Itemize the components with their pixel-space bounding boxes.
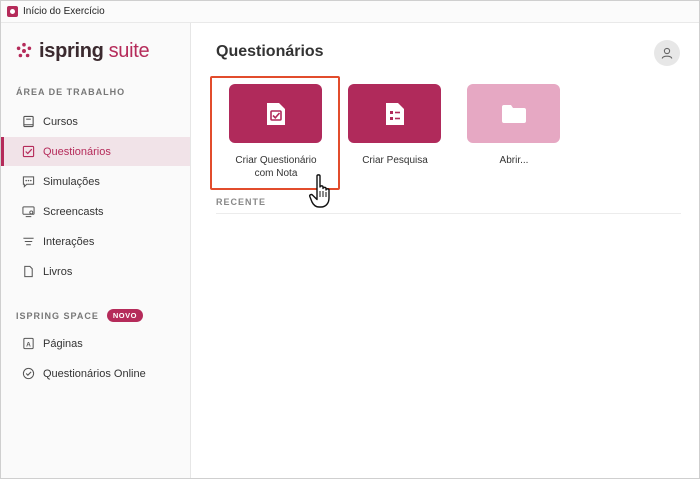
ispring-space-section-label: ISPRING SPACE NOVO (16, 309, 143, 322)
create-survey-label: Criar Pesquisa (362, 155, 428, 166)
user-icon (661, 47, 673, 59)
sidebar-item-interacoes[interactable]: Interações (1, 227, 190, 256)
app-window: Início do Exercício ispring suite ÁREA D… (0, 0, 700, 479)
sidebar-item-label: Simulações (43, 175, 100, 188)
ispring-space-label: ISPRING SPACE (16, 311, 99, 321)
sidebar-item-label: Questionários Online (43, 367, 146, 380)
open-label: Abrir... (499, 155, 529, 166)
recent-divider (216, 213, 681, 214)
svg-text:A: A (26, 341, 31, 348)
checkbox-icon (21, 145, 35, 159)
app-icon (7, 6, 18, 17)
recent-section-label: RECENTE (216, 197, 267, 207)
page-a-icon: A (21, 337, 35, 351)
create-graded-quiz-label: Criar Questionário com Nota (211, 154, 341, 180)
lines-icon (21, 235, 35, 249)
tile-label-line1: Criar Questionário (235, 155, 317, 166)
ispring-logo-icon (16, 42, 32, 58)
user-avatar[interactable] (654, 40, 680, 66)
book-icon (21, 115, 35, 129)
check-circle-icon (21, 367, 35, 381)
sidebar-item-label: Páginas (43, 337, 83, 350)
sidebar-item-label: Interações (43, 235, 95, 248)
new-badge: NOVO (106, 309, 143, 322)
page-title: Questionários (216, 43, 324, 60)
sidebar-item-questionarios[interactable]: Questionários (1, 137, 190, 166)
ispring-logo: ispring suite (15, 39, 150, 63)
window-title: Início do Exercício (23, 6, 105, 17)
sidebar-item-livros[interactable]: Livros (1, 257, 190, 286)
file-icon (21, 265, 35, 279)
brand-name-suite: suite (108, 39, 150, 62)
monitor-icon (21, 205, 35, 219)
sidebar-item-label: Cursos (43, 115, 78, 128)
create-survey-button[interactable] (348, 84, 441, 143)
title-bar: Início do Exercício (1, 1, 699, 23)
sidebar-item-questionarios-online[interactable]: Questionários Online (1, 359, 190, 388)
sidebar-item-paginas[interactable]: A Páginas (1, 329, 190, 358)
sidebar-item-label: Livros (43, 265, 73, 278)
sidebar-item-label: Screencasts (43, 205, 104, 218)
sidebar: ispring suite ÁREA DE TRABALHO Cursos Qu… (1, 23, 191, 478)
folder-icon (501, 104, 526, 123)
sidebar-item-cursos[interactable]: Cursos (1, 107, 190, 136)
workspace-section-label: ÁREA DE TRABALHO (16, 87, 126, 97)
graded-quiz-icon (266, 102, 285, 125)
sidebar-item-screencasts[interactable]: Screencasts (1, 197, 190, 226)
open-button[interactable] (467, 84, 560, 143)
sidebar-item-simulacoes[interactable]: Simulações (1, 167, 190, 196)
survey-list-icon (385, 102, 404, 125)
brand-name-ispring: ispring (39, 39, 104, 62)
chat-bubble-icon (21, 175, 35, 189)
create-graded-quiz-button[interactable] (229, 84, 322, 143)
sidebar-item-label: Questionários (43, 145, 111, 158)
main-content: Questionários Criar Questionário com Not… (192, 23, 699, 478)
tile-label-line2: com Nota (254, 168, 298, 179)
